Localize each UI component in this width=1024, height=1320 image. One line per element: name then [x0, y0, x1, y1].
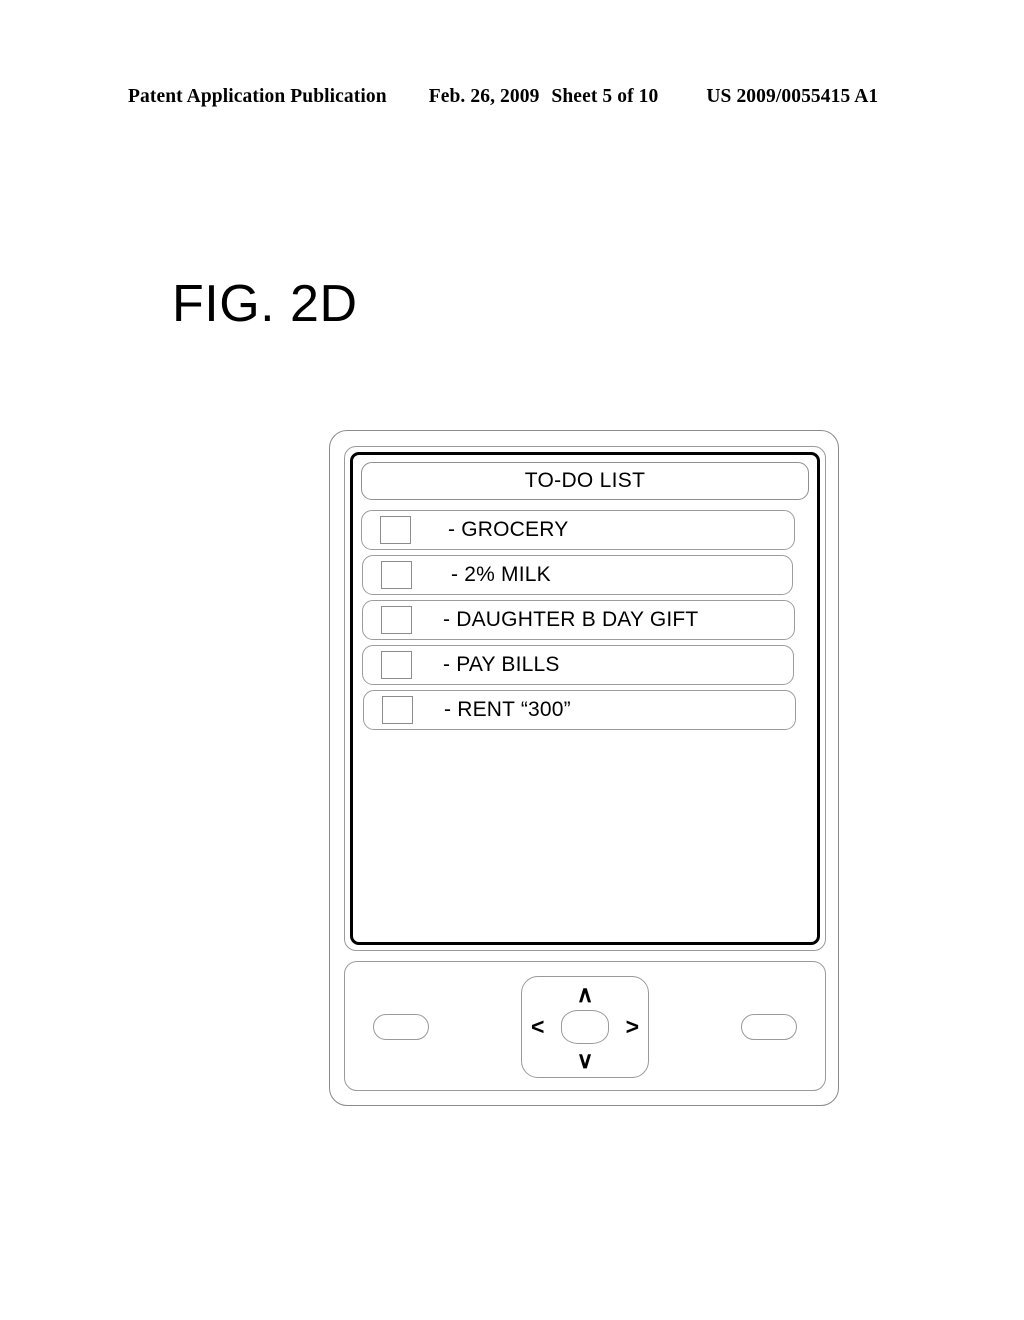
checkbox-icon[interactable]: [381, 651, 412, 679]
todo-list-title-text: TO-DO LIST: [524, 469, 646, 492]
dpad-control[interactable]: ∧ ∨ < >: [521, 976, 649, 1078]
chevron-up-icon[interactable]: ∧: [577, 983, 594, 1006]
chevron-down-icon[interactable]: ∨: [577, 1049, 594, 1072]
device-control-panel: ∧ ∨ < >: [344, 961, 826, 1091]
checkbox-icon[interactable]: [380, 516, 411, 544]
todo-item-label: - DAUGHTER B DAY GIFT: [443, 608, 699, 631]
patent-page-header: Patent Application Publication Feb. 26, …: [128, 86, 896, 108]
todo-item-label: - 2% MILK: [451, 563, 551, 586]
todo-list-title-bar: TO-DO LIST: [361, 462, 809, 500]
chevron-left-icon[interactable]: <: [531, 1015, 544, 1039]
device-screen: TO-DO LIST - GROCERY - 2% MILK - DAUGHTE…: [353, 455, 817, 942]
todo-list-item[interactable]: - RENT “300”: [363, 690, 796, 730]
todo-list-item[interactable]: - 2% MILK: [362, 555, 793, 595]
todo-item-label: - GROCERY: [448, 518, 569, 541]
device-screen-bezel: TO-DO LIST - GROCERY - 2% MILK - DAUGHTE…: [344, 446, 826, 951]
right-softkey-button[interactable]: [741, 1014, 797, 1040]
todo-item-label: - PAY BILLS: [443, 653, 560, 676]
checkbox-icon[interactable]: [382, 696, 413, 724]
checkbox-icon[interactable]: [381, 561, 412, 589]
mobile-device-body: TO-DO LIST - GROCERY - 2% MILK - DAUGHTE…: [329, 430, 839, 1106]
todo-list-item[interactable]: - PAY BILLS: [362, 645, 794, 685]
figure-label: FIG. 2D: [172, 275, 358, 333]
left-softkey-button[interactable]: [373, 1014, 429, 1040]
header-date: Feb. 26, 2009: [428, 86, 540, 107]
header-sheet-number: Sheet 5 of 10: [551, 86, 659, 107]
header-publication-title: Patent Application Publication: [128, 86, 387, 107]
header-publication-number: US 2009/0055415 A1: [706, 86, 879, 107]
checkbox-icon[interactable]: [381, 606, 412, 634]
todo-list-item[interactable]: - GROCERY: [361, 510, 795, 550]
todo-item-label: - RENT “300”: [444, 698, 571, 721]
chevron-right-icon[interactable]: >: [626, 1015, 639, 1039]
device-screen-frame: TO-DO LIST - GROCERY - 2% MILK - DAUGHTE…: [350, 452, 820, 945]
todo-list-item[interactable]: - DAUGHTER B DAY GIFT: [362, 600, 795, 640]
dpad-center-button[interactable]: [561, 1010, 609, 1044]
